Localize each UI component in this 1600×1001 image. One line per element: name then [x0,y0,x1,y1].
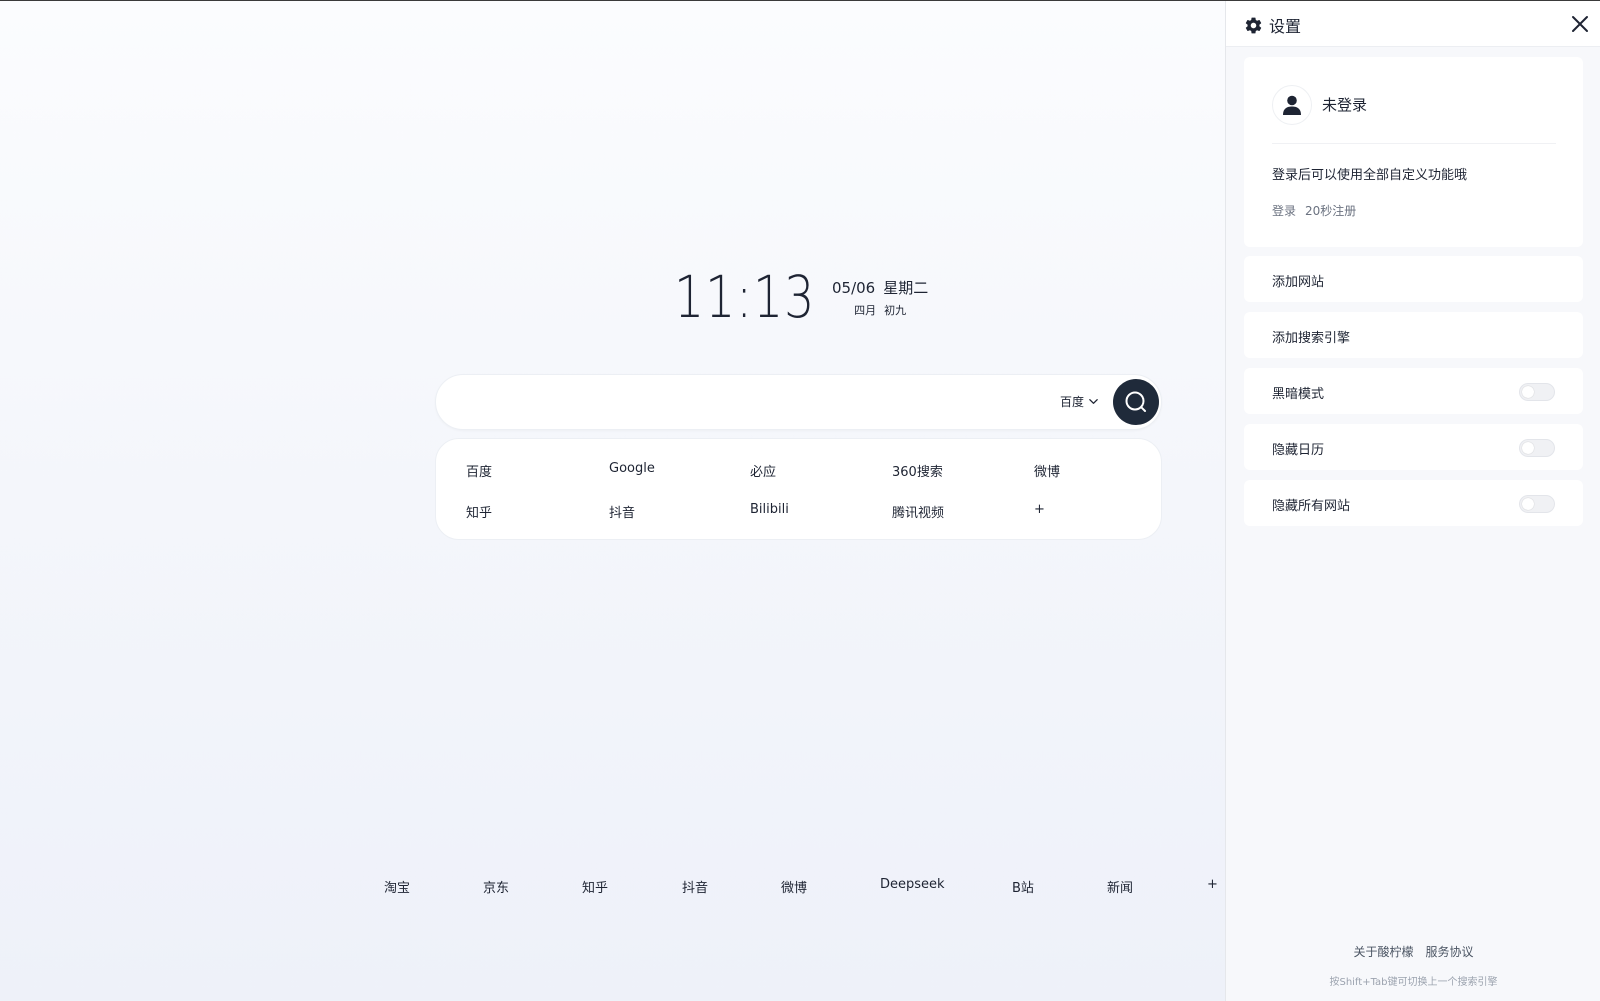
footer-links: 关于酸柠檬 服务协议 [1226,943,1600,960]
search-input[interactable] [456,387,1016,419]
user-actions: 登录 20秒注册 [1272,202,1356,219]
lunar-day: 初九 [884,304,907,317]
dark-mode-row: 黑暗模式 [1244,368,1583,414]
engine-item-zhihu[interactable]: 知乎 [466,502,492,521]
engine-panel: 百度 Google 必应 360搜索 微博 知乎 抖音 Bilibili 腾讯视… [435,438,1162,540]
search-button[interactable] [1113,379,1159,425]
search-bar: 百度 [435,374,1162,430]
user-card: 未登录 登录后可以使用全部自定义功能哦 登录 20秒注册 [1244,57,1583,247]
gear-icon [1245,17,1262,33]
main-area: 11:13 05/06 星期二 四月 初九 百度 百度 Google 必应 36… [0,1,1225,1001]
close-icon [1572,16,1588,32]
hide-calendar-toggle[interactable] [1519,439,1555,457]
quick-link-deepseek[interactable]: Deepseek [880,877,945,892]
quick-link-weibo[interactable]: 微博 [781,877,807,896]
quick-link-zhihu[interactable]: 知乎 [582,877,608,896]
settings-header: 设置 [1226,1,1600,47]
add-engine-button[interactable]: + [1034,502,1045,517]
login-tip: 登录后可以使用全部自定义功能哦 [1272,168,1468,183]
user-status: 未登录 [1322,96,1368,114]
add-quick-link-button[interactable]: + [1207,877,1218,892]
engine-item-google[interactable]: Google [609,461,655,476]
divider [1272,143,1556,144]
about-link[interactable]: 关于酸柠檬 [1353,945,1413,959]
settings-footer: 关于酸柠檬 服务协议 按Shift+Tab键可切换上一个搜索引擎 [1226,943,1600,988]
chevron-down-icon [1089,399,1098,404]
engine-item-360[interactable]: 360搜索 [892,461,943,480]
hide-sites-row: 隐藏所有网站 [1244,480,1583,526]
settings-panel: 设置 未登录 登录后可以使用全部自定义功能哦 登录 20秒注册 添加网站 添加搜索… [1225,1,1600,1001]
user-icon [1283,95,1301,115]
engine-item-douyin[interactable]: 抖音 [609,502,635,521]
date-block: 05/06 星期二 四月 初九 [832,277,928,318]
add-engine-row[interactable]: 添加搜索引擎 [1244,312,1583,358]
add-engine-label: 添加搜索引擎 [1272,331,1351,346]
register-link[interactable]: 20秒注册 [1305,204,1356,218]
add-site-row[interactable]: 添加网站 [1244,256,1583,302]
engine-item-weibo[interactable]: 微博 [1034,461,1060,480]
settings-title: 设置 [1244,13,1301,37]
dark-mode-toggle[interactable] [1519,383,1555,401]
lunar-month: 四月 [854,304,877,317]
hide-calendar-label: 隐藏日历 [1272,443,1325,458]
dark-mode-label: 黑暗模式 [1272,387,1325,402]
clock-widget: 11:13 05/06 星期二 四月 初九 [674,267,928,327]
quick-link-jd[interactable]: 京东 [483,877,509,896]
date-line: 05/06 星期二 [832,277,928,298]
engine-item-tencent-video[interactable]: 腾讯视频 [892,502,944,521]
terms-link[interactable]: 服务协议 [1426,945,1474,959]
engine-item-baidu[interactable]: 百度 [466,461,492,480]
hide-calendar-row: 隐藏日历 [1244,424,1583,470]
quick-links: 淘宝 京东 知乎 抖音 微博 Deepseek B站 新闻 + [0,877,1225,897]
hide-sites-toggle[interactable] [1519,495,1555,513]
quick-link-taobao[interactable]: 淘宝 [384,877,410,896]
engine-select-label: 百度 [1060,395,1085,409]
lunar-date: 四月 初九 [832,302,928,318]
shortcut-hint: 按Shift+Tab键可切换上一个搜索引擎 [1329,977,1498,988]
engine-item-bing[interactable]: 必应 [750,461,776,480]
weekday: 星期二 [883,279,929,297]
add-site-label: 添加网站 [1272,275,1325,290]
engine-item-bilibili[interactable]: Bilibili [750,502,789,517]
settings-title-text: 设置 [1269,17,1302,36]
date: 05/06 [832,279,876,297]
avatar[interactable] [1272,85,1312,125]
close-button[interactable] [1569,13,1591,35]
quick-link-douyin[interactable]: 抖音 [682,877,708,896]
clock-time: 11:13 [674,263,816,331]
search-icon [1125,391,1146,412]
quick-link-news[interactable]: 新闻 [1107,877,1133,896]
login-link[interactable]: 登录 [1272,204,1296,218]
hide-sites-label: 隐藏所有网站 [1272,499,1351,514]
quick-link-bilibili[interactable]: B站 [1012,877,1034,896]
engine-select[interactable]: 百度 [1060,393,1099,410]
